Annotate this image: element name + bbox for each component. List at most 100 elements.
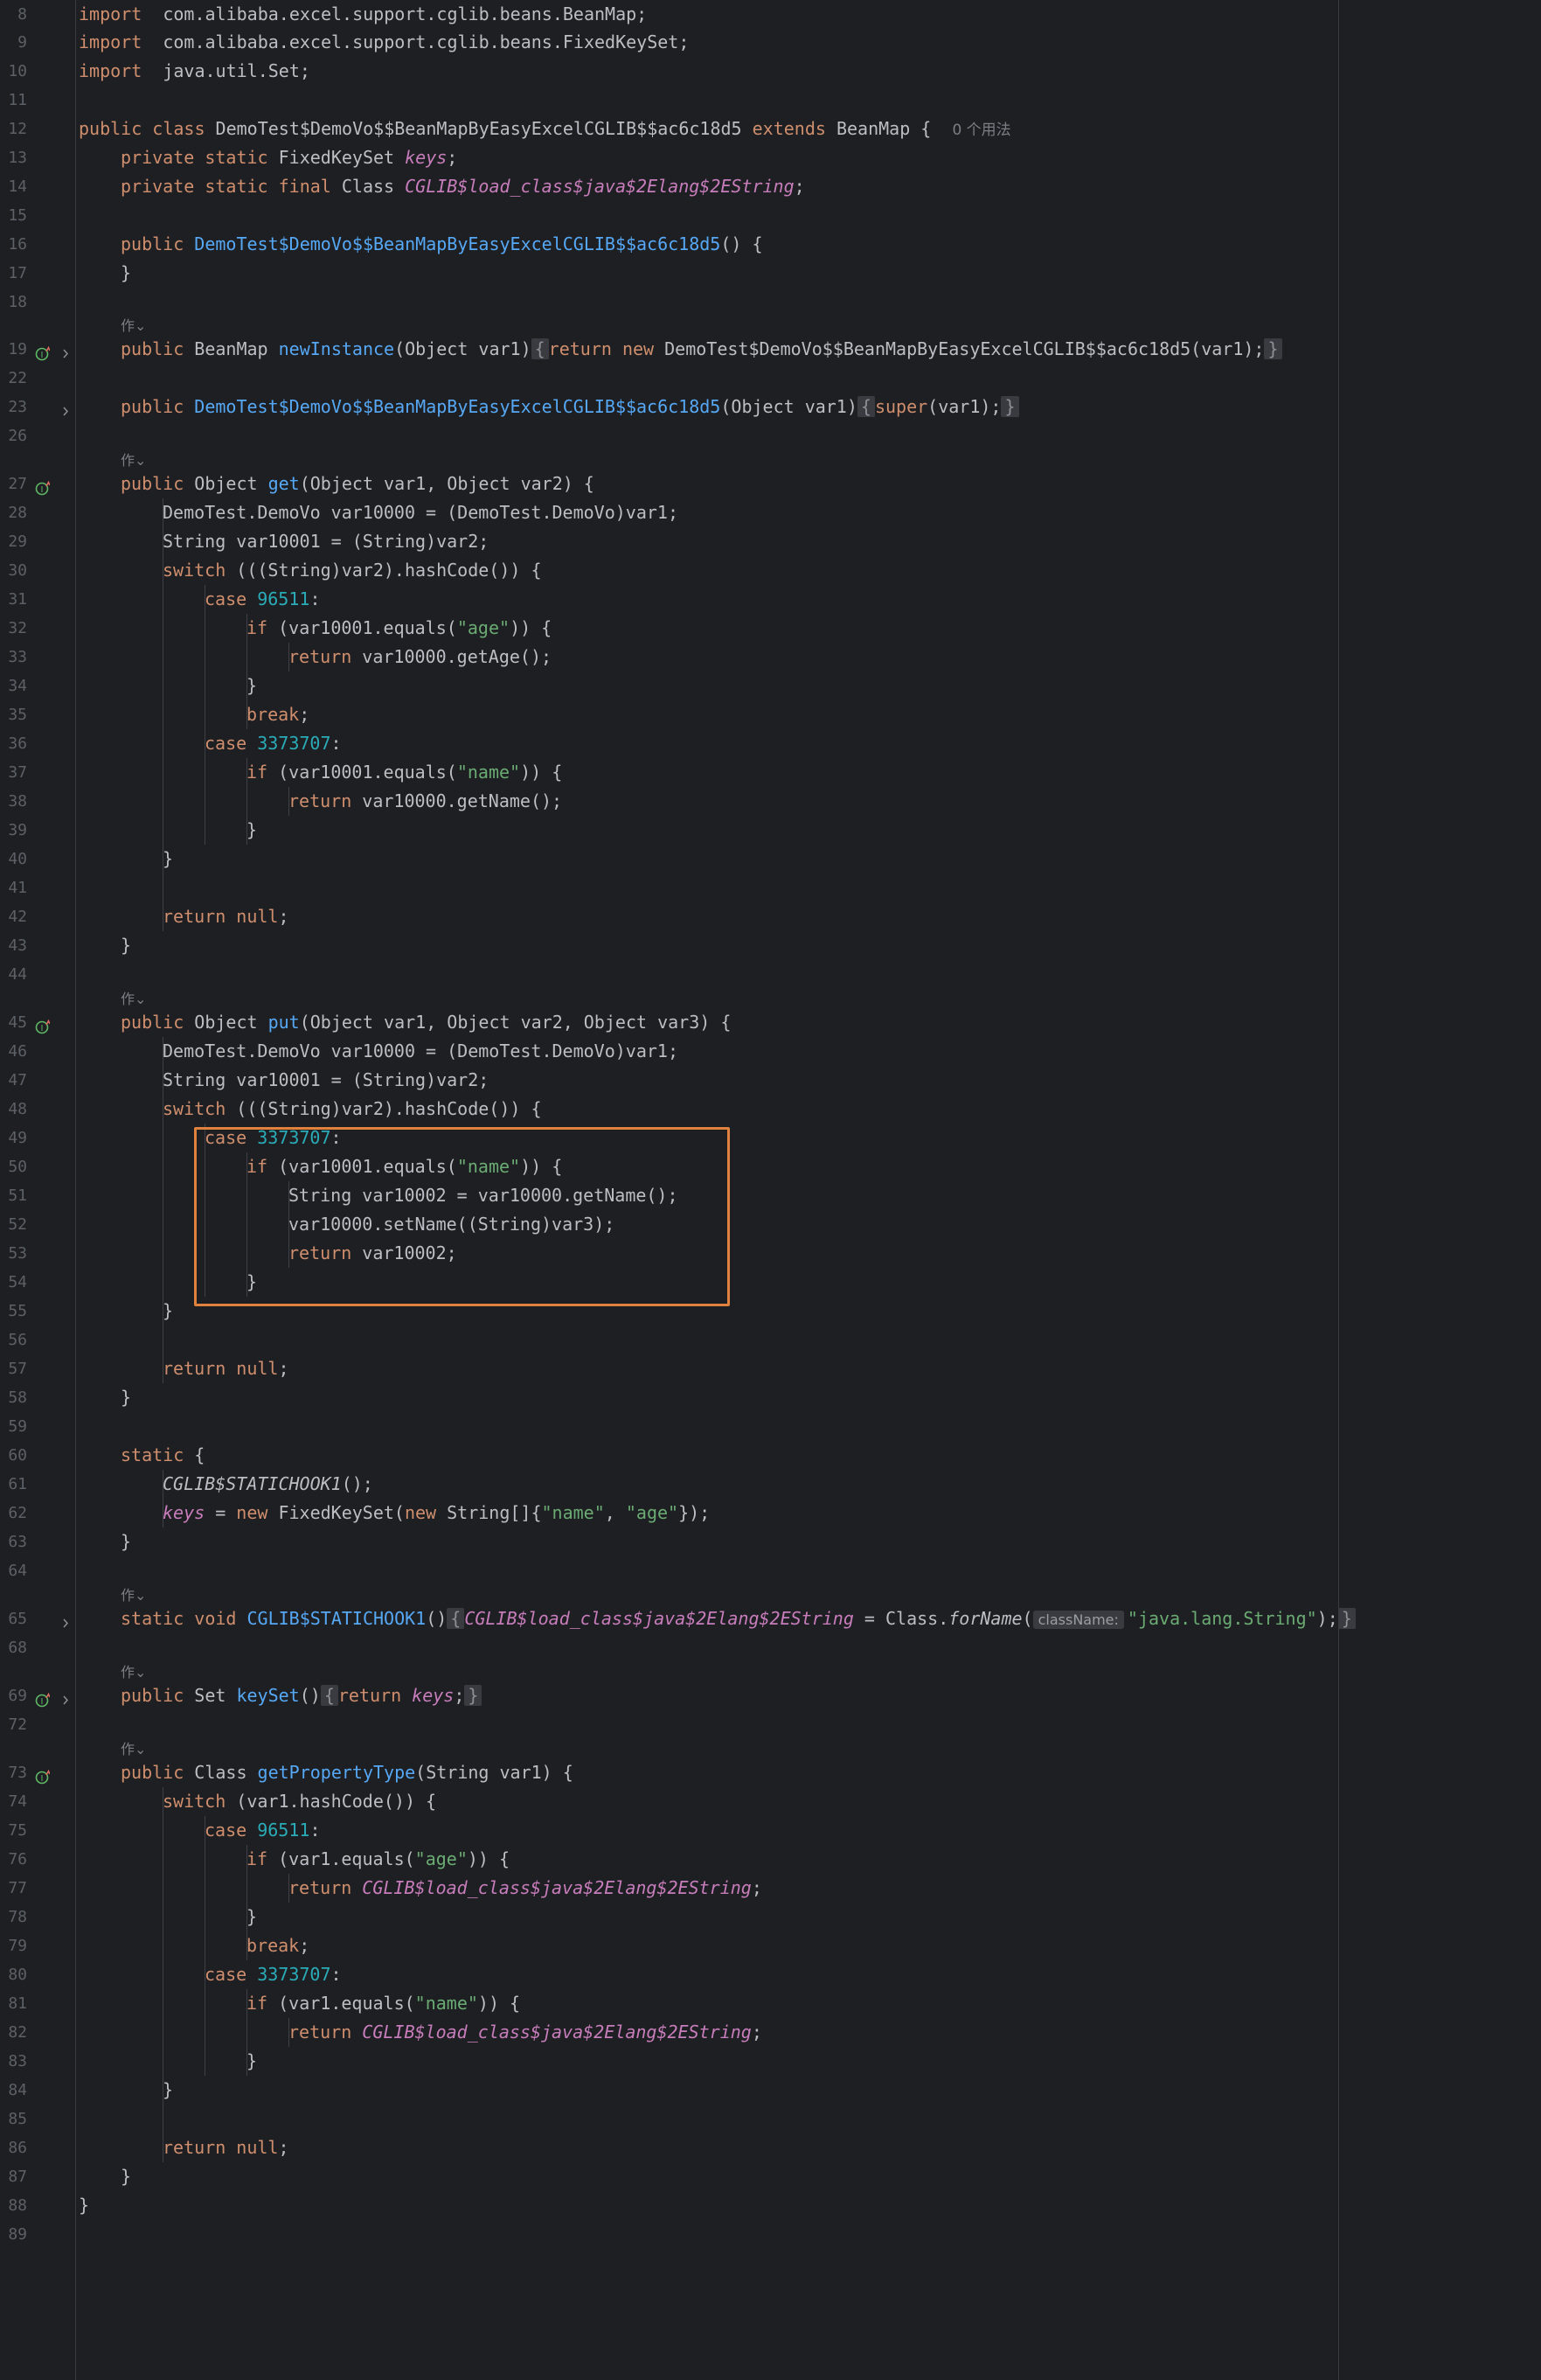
code-line[interactable]: 33 return var10000.getAge(); <box>0 643 1541 672</box>
code-line[interactable]: 10 import java.util.Set; <box>0 57 1541 86</box>
code-line[interactable]: 11 <box>0 86 1541 115</box>
code-line[interactable]: 35 break; <box>0 700 1541 729</box>
code-token[interactable]: { <box>320 1685 338 1706</box>
code-line[interactable]: 14 private static final Class CGLIB$load_… <box>0 172 1541 201</box>
code-line[interactable]: 27 I 作⌄ public Object get(Object var1, Obje… <box>0 452 1541 498</box>
code-line[interactable]: 16 public DemoTest$DemoVo$$BeanMapByEasyE… <box>0 230 1541 259</box>
code-line[interactable]: 83} <box>0 2047 1541 2076</box>
svg-text:I: I <box>41 1024 44 1033</box>
code-line[interactable]: 64 <box>0 1556 1541 1585</box>
code-line[interactable]: 36 case 3373707: <box>0 729 1541 758</box>
code-line[interactable]: 85 <box>0 2105 1541 2133</box>
code-line[interactable]: 19 I 作⌄ public BeanMap newInstance(Object v… <box>0 317 1541 364</box>
code-token[interactable]: } <box>1264 338 1282 359</box>
code-line[interactable]: 86 return null; <box>0 2133 1541 2162</box>
code-line[interactable]: 61 CGLIB$STATICHOOK1(); <box>0 1470 1541 1499</box>
code-line[interactable]: 15 <box>0 201 1541 230</box>
code-text: public class DemoTest$DemoVo$$BeanMapByE… <box>79 115 1011 145</box>
code-line[interactable]: 63} <box>0 1528 1541 1556</box>
code-line[interactable]: 84} <box>0 2076 1541 2105</box>
code-line[interactable]: 37 if (var10001.equals("name")) { <box>0 758 1541 787</box>
code-line[interactable]: 69 I 作⌄ public Set keySet(){return keys;} <box>0 1664 1541 1710</box>
code-line[interactable]: 58} <box>0 1383 1541 1412</box>
implements-icon[interactable]: I <box>35 1765 51 1785</box>
code-line[interactable]: 82 return CGLIB$load_class$java$2Elang$2E… <box>0 2018 1541 2047</box>
code-token: "name" <box>414 1993 478 2014</box>
fold-chevron-icon[interactable] <box>61 342 70 358</box>
code-line[interactable]: 65 作⌄ static void CGLIB$STATICHOOK1(){CGLI… <box>0 1587 1541 1633</box>
code-line[interactable]: 26 <box>0 421 1541 450</box>
code-line[interactable]: 31 case 96511: <box>0 585 1541 614</box>
code-line[interactable]: 74 switch (var1.hashCode()) { <box>0 1787 1541 1816</box>
line-number: 32 <box>8 619 27 637</box>
implements-icon[interactable]: I <box>35 1688 51 1708</box>
fold-chevron-icon[interactable] <box>61 1611 70 1628</box>
implements-icon[interactable]: I <box>35 1015 51 1034</box>
code-line[interactable]: 78} <box>0 1903 1541 1931</box>
code-line[interactable]: 72 <box>0 1710 1541 1739</box>
code-token: DemoTest$DemoVo$$BeanMapByEasyExcelCGLIB… <box>194 233 721 254</box>
code-text: return null; <box>163 1354 289 1383</box>
code-line[interactable]: 45 I 作⌄ public Object put(Object var1, Obje… <box>0 991 1541 1037</box>
code-line[interactable]: 9 import com.alibaba.excel.support.cglib.… <box>0 28 1541 57</box>
code-line[interactable]: 28 DemoTest.DemoVo var10000 = (DemoTest.D… <box>0 498 1541 527</box>
code-line[interactable]: 43} <box>0 931 1541 960</box>
code-line[interactable]: 48 switch (((String)var2).hashCode()) { <box>0 1095 1541 1124</box>
code-token[interactable]: } <box>1001 396 1019 417</box>
code-token: public class <box>79 118 205 139</box>
code-line[interactable]: 62 keys = new FixedKeySet(new String[]{"n… <box>0 1499 1541 1528</box>
code-line[interactable]: 46 DemoTest.DemoVo var10000 = (DemoTest.D… <box>0 1037 1541 1066</box>
code-line[interactable]: 80 case 3373707: <box>0 1960 1541 1989</box>
code-line[interactable]: 8 import com.alibaba.excel.support.cglib.… <box>0 0 1541 29</box>
fold-chevron-icon[interactable] <box>61 400 70 416</box>
code-line[interactable]: 68 <box>0 1633 1541 1662</box>
code-line[interactable]: 56 <box>0 1326 1541 1354</box>
code-line[interactable]: 75 case 96511: <box>0 1816 1541 1845</box>
code-token[interactable]: } <box>464 1685 482 1706</box>
code-token[interactable]: { <box>857 396 875 417</box>
code-line[interactable]: 39} <box>0 816 1541 845</box>
code-text: private static FixedKeySet keys; <box>121 143 457 172</box>
code-text: } <box>121 1383 131 1412</box>
code-line[interactable]: 17} <box>0 259 1541 288</box>
code-line[interactable]: 13 private static FixedKeySet keys; <box>0 143 1541 172</box>
line-number: 48 <box>8 1100 27 1118</box>
code-line[interactable]: 41 <box>0 873 1541 902</box>
code-token: } <box>246 2050 258 2071</box>
code-line[interactable]: 40} <box>0 845 1541 873</box>
code-line[interactable]: 77 return CGLIB$load_class$java$2Elang$2E… <box>0 1874 1541 1903</box>
implements-icon[interactable]: I <box>35 342 51 361</box>
code-line[interactable]: 42 return null; <box>0 902 1541 931</box>
code-line[interactable]: 59 <box>0 1412 1541 1441</box>
code-line[interactable]: 23 public DemoTest$DemoVo$$BeanMapByEasyE… <box>0 393 1541 421</box>
code-token[interactable]: { <box>531 338 549 359</box>
fold-chevron-icon[interactable] <box>61 1688 70 1705</box>
code-token: DemoTest.DemoVo var10000 = (DemoTest.Dem… <box>163 502 679 523</box>
code-line[interactable]: 89 <box>0 2220 1541 2249</box>
code-token[interactable]: { <box>447 1608 465 1629</box>
code-line[interactable]: 44 <box>0 960 1541 989</box>
code-line[interactable]: 73 I 作⌄ public Class getPropertyType(String… <box>0 1741 1541 1787</box>
code-line[interactable]: 87} <box>0 2162 1541 2191</box>
code-line[interactable]: 57 return null; <box>0 1354 1541 1383</box>
code-line[interactable]: 34} <box>0 672 1541 700</box>
implements-icon[interactable]: I <box>35 477 51 496</box>
code-line[interactable]: 22 <box>0 364 1541 393</box>
code-line[interactable]: 32 if (var10001.equals("age")) { <box>0 614 1541 643</box>
code-text: } <box>163 2076 173 2105</box>
line-number: 72 <box>8 1715 27 1734</box>
code-line[interactable]: 88} <box>0 2191 1541 2220</box>
code-line[interactable]: 29 String var10001 = (String)var2; <box>0 527 1541 556</box>
code-token: ( <box>1022 1608 1033 1629</box>
code-editor[interactable]: 8 import com.alibaba.excel.support.cglib.… <box>0 0 1541 2380</box>
code-line[interactable]: 79 break; <box>0 1931 1541 1960</box>
code-line[interactable]: 12 public class DemoTest$DemoVo$$BeanMapB… <box>0 115 1541 143</box>
code-line[interactable]: 47 String var10001 = (String)var2; <box>0 1066 1541 1095</box>
code-line[interactable]: 38 return var10000.getName(); <box>0 787 1541 816</box>
code-line[interactable]: 30 switch (((String)var2).hashCode()) { <box>0 556 1541 585</box>
code-line[interactable]: 18 <box>0 288 1541 317</box>
code-token[interactable]: } <box>1337 1608 1356 1629</box>
code-line[interactable]: 60 static { <box>0 1441 1541 1470</box>
code-line[interactable]: 81 if (var1.equals("name")) { <box>0 1989 1541 2018</box>
code-line[interactable]: 76 if (var1.equals("age")) { <box>0 1845 1541 1874</box>
